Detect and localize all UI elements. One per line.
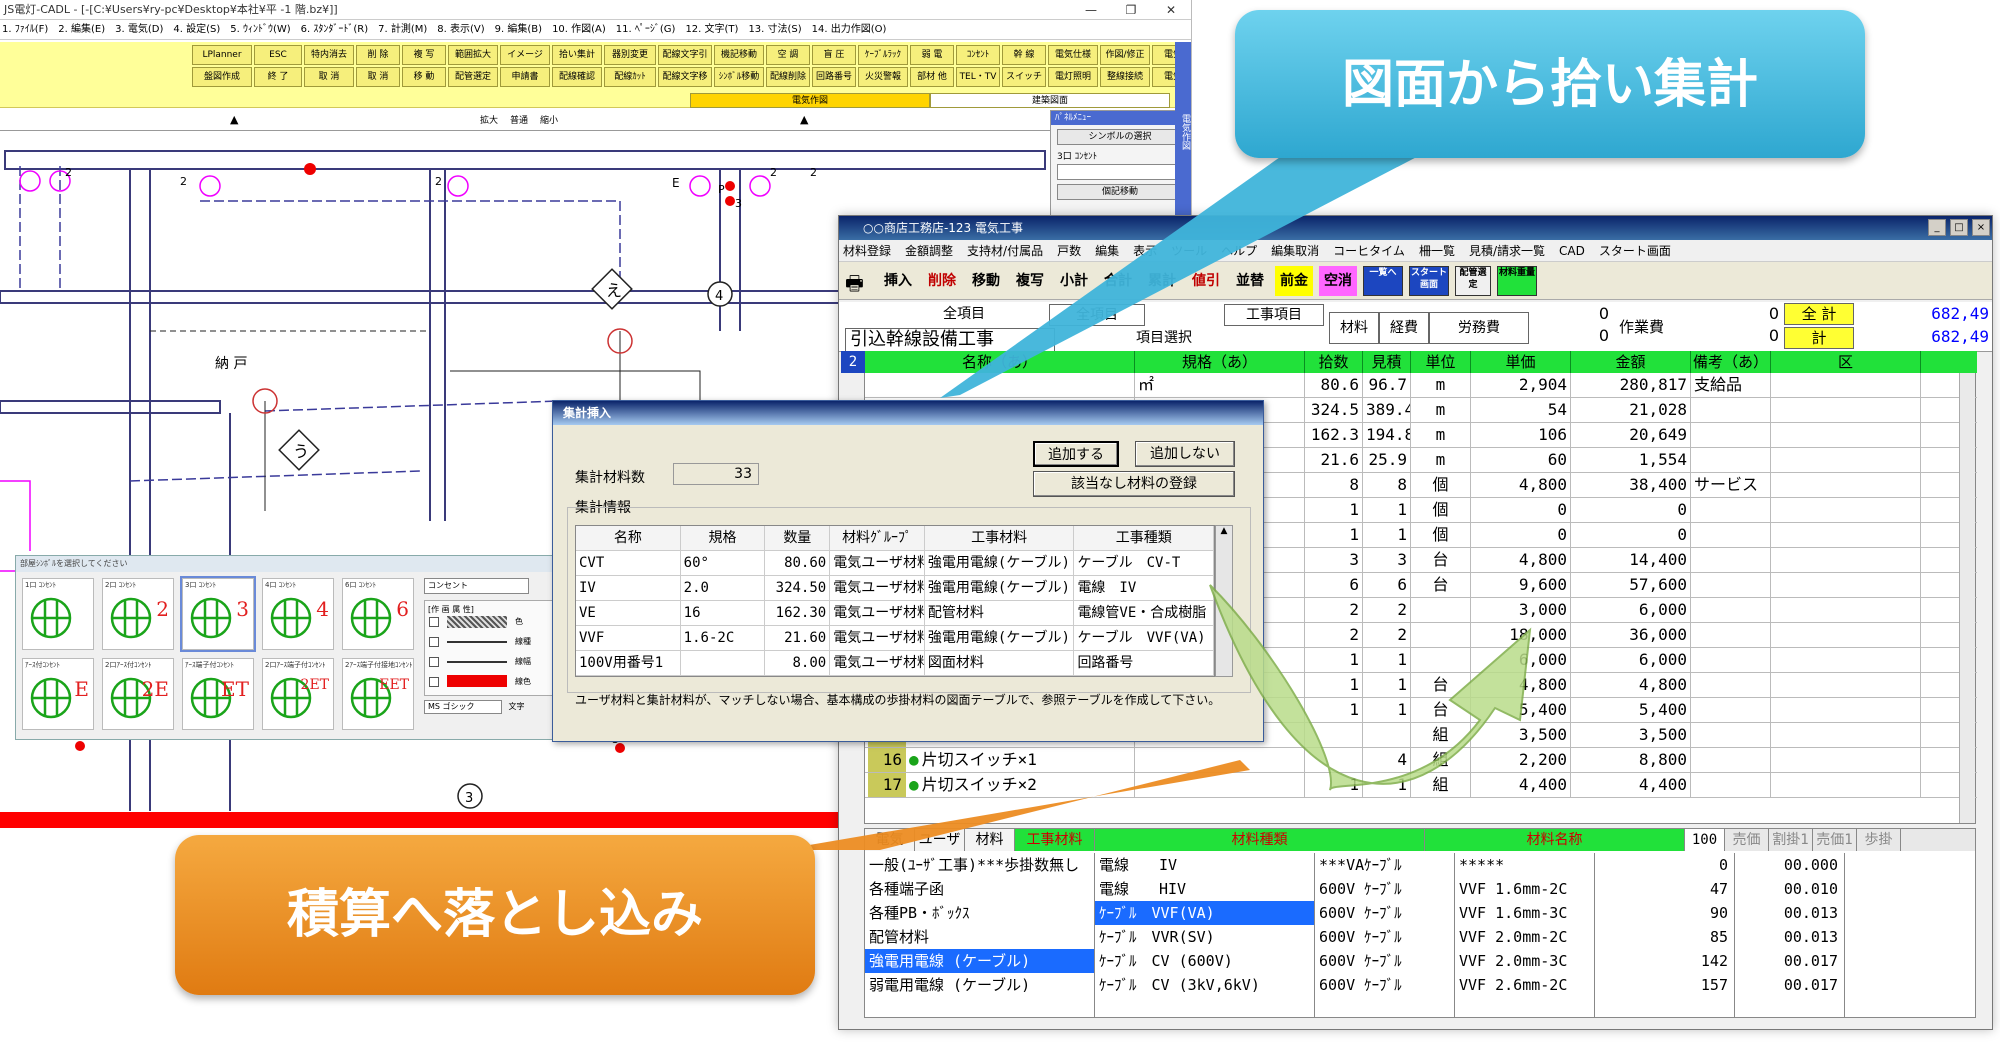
callout-top-text: 図面から拾い集計	[1341, 55, 1758, 115]
callout-bottom-text: 積算へ落とし込み	[286, 885, 703, 945]
orange-callout-tail	[780, 760, 1250, 850]
curved-arrow	[1209, 584, 1532, 791]
callout-bottom: 積算へ落とし込み	[175, 835, 815, 995]
callout-top: 図面から拾い集計	[1235, 10, 1865, 158]
blue-callout-tail	[940, 150, 1430, 398]
